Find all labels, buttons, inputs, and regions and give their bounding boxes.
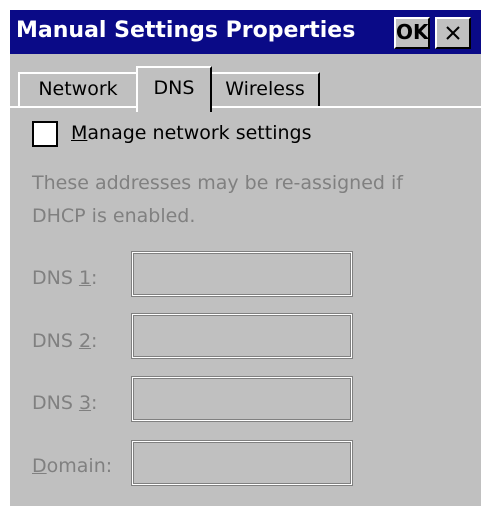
domain-input[interactable] (131, 440, 353, 486)
tab-wireless[interactable]: Wireless (210, 72, 320, 106)
dns2-input[interactable] (131, 313, 353, 359)
properties-dialog: Manual Settings Properties OK Network DN… (10, 10, 481, 506)
manage-network-checkbox[interactable] (32, 121, 58, 147)
dns1-label: DNS 1: (32, 267, 98, 289)
dhcp-note: These addresses may be re-assigned if DH… (32, 172, 403, 227)
manage-network-label[interactable]: Manage network settings (71, 119, 312, 147)
active-tab-join (138, 106, 210, 108)
tab-strip-border (10, 106, 481, 108)
dns1-input[interactable] (131, 251, 353, 297)
domain-label: Domain: (32, 455, 113, 477)
ok-button[interactable]: OK (394, 17, 430, 49)
dns3-label: DNS 3: (32, 392, 98, 414)
dns3-input[interactable] (131, 376, 353, 422)
close-icon (446, 26, 460, 40)
close-button[interactable] (435, 17, 471, 49)
dns2-label: DNS 2: (32, 330, 98, 352)
title-bar: Manual Settings Properties OK (10, 10, 481, 54)
window-title: Manual Settings Properties (16, 18, 356, 43)
tab-network[interactable]: Network (18, 72, 138, 106)
